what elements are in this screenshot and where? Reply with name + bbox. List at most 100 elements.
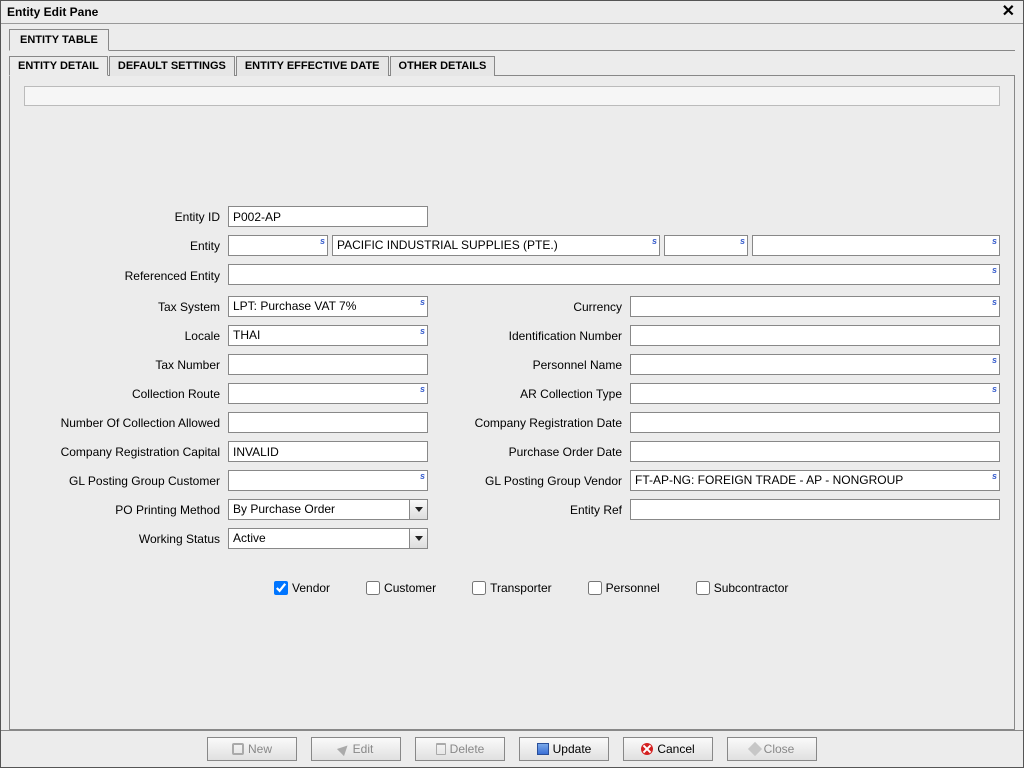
customer-checkbox[interactable]: Customer <box>366 581 436 595</box>
close-icon[interactable]: ✕ <box>1000 4 1017 20</box>
form-grid: Entity ID Entity s PACIFIC INDUSTRIAL SU… <box>24 206 1000 595</box>
edit-button[interactable]: Edit <box>311 737 401 761</box>
tab-entity-table[interactable]: ENTITY TABLE <box>9 29 109 51</box>
label-tax-number: Tax Number <box>24 358 224 372</box>
label-gl-posting-group-customer: GL Posting Group Customer <box>24 474 224 488</box>
tab-entity-detail[interactable]: ENTITY DETAIL <box>9 56 108 76</box>
delete-button[interactable]: Delete <box>415 737 505 761</box>
working-status-select[interactable]: Active <box>228 528 428 549</box>
lookup-indicator-icon: s <box>992 471 997 481</box>
label-tax-system: Tax System <box>24 300 224 314</box>
cancel-button-label: Cancel <box>657 742 694 756</box>
subcontractor-checkbox-label: Subcontractor <box>714 581 789 595</box>
delete-button-label: Delete <box>450 742 485 756</box>
label-personnel-name: Personnel Name <box>456 358 626 372</box>
update-button[interactable]: Update <box>519 737 609 761</box>
transporter-checkbox-label: Transporter <box>490 581 552 595</box>
entity-aux2-lookup[interactable]: s <box>752 235 1000 256</box>
close-diamond-icon <box>748 742 762 756</box>
vendor-checkbox[interactable]: Vendor <box>274 581 330 595</box>
personnel-checkbox[interactable]: Personnel <box>588 581 660 595</box>
tab-entity-effective-date[interactable]: ENTITY EFFECTIVE DATE <box>236 56 389 76</box>
lookup-indicator-icon: s <box>420 297 425 307</box>
edit-button-label: Edit <box>353 742 374 756</box>
label-locale: Locale <box>24 329 224 343</box>
label-entity-ref: Entity Ref <box>456 503 626 517</box>
label-identification-number: Identification Number <box>456 329 626 343</box>
label-gl-posting-group-vendor: GL Posting Group Vendor <box>456 474 626 488</box>
edit-icon <box>337 742 351 756</box>
close-button[interactable]: Close <box>727 737 817 761</box>
entity-edit-window: Entity Edit Pane ✕ ENTITY TABLE ENTITY D… <box>0 0 1024 768</box>
vendor-checkbox-label: Vendor <box>292 581 330 595</box>
detail-pane: Entity ID Entity s PACIFIC INDUSTRIAL SU… <box>9 76 1015 730</box>
lookup-indicator-icon: s <box>420 326 425 336</box>
referenced-entity-lookup[interactable]: s <box>228 264 1000 285</box>
lookup-indicator-icon: s <box>992 265 997 275</box>
new-button[interactable]: New <box>207 737 297 761</box>
entity-aux1-lookup[interactable]: s <box>664 235 748 256</box>
collection-route-lookup[interactable]: s <box>228 383 428 404</box>
tab-other-details[interactable]: OTHER DETAILS <box>390 56 496 76</box>
tax-number-input[interactable] <box>228 354 428 375</box>
delete-icon <box>436 743 446 755</box>
cancel-icon <box>641 743 653 755</box>
cancel-button[interactable]: Cancel <box>623 737 713 761</box>
role-checks: Vendor Customer Transporter Personnel Su… <box>24 581 1000 595</box>
currency-lookup[interactable]: s <box>630 296 1000 317</box>
company-registration-date-input[interactable] <box>630 412 1000 433</box>
chevron-down-icon <box>409 500 427 519</box>
label-entity-id: Entity ID <box>24 210 224 224</box>
entity-name-lookup[interactable]: PACIFIC INDUSTRIAL SUPPLIES (PTE.)s <box>332 235 660 256</box>
new-button-label: New <box>248 742 272 756</box>
close-button-label: Close <box>764 742 795 756</box>
label-working-status: Working Status <box>24 532 224 546</box>
company-registration-capital-input[interactable] <box>228 441 428 462</box>
label-ar-collection-type: AR Collection Type <box>456 387 626 401</box>
button-bar: New Edit Delete Update Cancel Close <box>1 730 1023 767</box>
ar-collection-type-lookup[interactable]: s <box>630 383 1000 404</box>
num-collection-allowed-input[interactable] <box>228 412 428 433</box>
detail-subbar <box>24 86 1000 106</box>
label-referenced-entity: Referenced Entity <box>24 269 224 283</box>
lookup-indicator-icon: s <box>420 471 425 481</box>
entity-id-input[interactable] <box>228 206 428 227</box>
label-company-registration-date: Company Registration Date <box>456 416 626 430</box>
outer-tabs: ENTITY TABLE <box>1 24 1023 51</box>
lookup-indicator-icon: s <box>992 355 997 365</box>
subcontractor-checkbox[interactable]: Subcontractor <box>696 581 789 595</box>
lookup-indicator-icon: s <box>992 236 997 246</box>
label-currency: Currency <box>456 300 626 314</box>
gl-posting-group-vendor-lookup[interactable]: FT-AP-NG: FOREIGN TRADE - AP - NONGROUPs <box>630 470 1000 491</box>
save-icon <box>537 743 549 755</box>
lookup-indicator-icon: s <box>320 236 325 246</box>
transporter-checkbox[interactable]: Transporter <box>472 581 552 595</box>
label-entity: Entity <box>24 239 224 253</box>
new-icon <box>232 743 244 755</box>
inner-tabstrip: ENTITY DETAIL DEFAULT SETTINGS ENTITY EF… <box>9 55 1015 76</box>
purchase-order-date-input[interactable] <box>630 441 1000 462</box>
window-title: Entity Edit Pane <box>7 5 98 19</box>
lookup-indicator-icon: s <box>740 236 745 246</box>
lookup-indicator-icon: s <box>992 384 997 394</box>
po-printing-method-select[interactable]: By Purchase Order <box>228 499 428 520</box>
personnel-checkbox-label: Personnel <box>606 581 660 595</box>
entity-prefix-lookup[interactable]: s <box>228 235 328 256</box>
locale-lookup[interactable]: THAIs <box>228 325 428 346</box>
chevron-down-icon <box>409 529 427 548</box>
label-num-collection-allowed: Number Of Collection Allowed <box>24 416 224 430</box>
identification-number-input[interactable] <box>630 325 1000 346</box>
label-collection-route: Collection Route <box>24 387 224 401</box>
label-company-registration-capital: Company Registration Capital <box>24 445 224 459</box>
update-button-label: Update <box>553 742 592 756</box>
label-po-printing-method: PO Printing Method <box>24 503 224 517</box>
gl-posting-group-customer-lookup[interactable]: s <box>228 470 428 491</box>
lookup-indicator-icon: s <box>420 384 425 394</box>
lookup-indicator-icon: s <box>992 297 997 307</box>
personnel-name-lookup[interactable]: s <box>630 354 1000 375</box>
tab-default-settings[interactable]: DEFAULT SETTINGS <box>109 56 235 76</box>
lookup-indicator-icon: s <box>652 236 657 246</box>
tax-system-lookup[interactable]: LPT: Purchase VAT 7%s <box>228 296 428 317</box>
outer-tabstrip: ENTITY TABLE <box>9 28 1015 51</box>
entity-ref-input[interactable] <box>630 499 1000 520</box>
